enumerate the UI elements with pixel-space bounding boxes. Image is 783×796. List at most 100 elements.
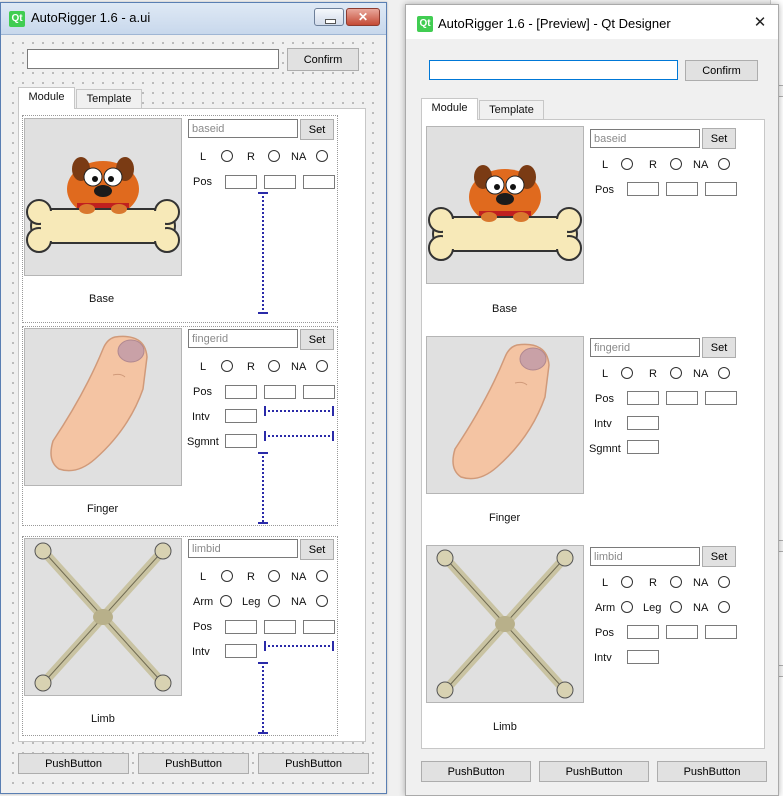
push-button-1[interactable]: PushButton [18, 753, 129, 774]
base-pos-z-field[interactable] [303, 175, 335, 189]
preview-limb-pos-x-field[interactable] [627, 625, 659, 639]
preview-limb-side-l-label: L [602, 577, 609, 589]
base-side-l-radio[interactable] [221, 150, 233, 162]
preview-finger-side-na-radio[interactable] [718, 367, 730, 379]
finger-pos-z-field[interactable] [303, 385, 335, 399]
limb-side-l-radio[interactable] [221, 570, 233, 582]
preview-main-input[interactable] [430, 61, 677, 79]
main-input[interactable] [28, 50, 278, 68]
main-input-field[interactable] [27, 49, 279, 69]
base-pos-x-field[interactable] [225, 175, 257, 189]
limb-side-na-label: NA [291, 571, 307, 583]
preview-limb-set-button[interactable]: Set [702, 546, 736, 567]
qt-logo-icon: Qt [9, 11, 25, 27]
preview-base-side-r-radio[interactable] [670, 158, 682, 170]
limbid-input[interactable] [189, 540, 297, 557]
limb-pos-y-field[interactable] [264, 620, 296, 634]
preview-limbid-field[interactable] [590, 547, 700, 566]
preview-push-button-3[interactable]: PushButton [657, 761, 767, 782]
finger-pos-y-field[interactable] [264, 385, 296, 399]
preview-limb-type-na-radio[interactable] [718, 601, 730, 613]
preview-limb-side-l-radio[interactable] [621, 576, 633, 588]
preview-fingerid-input[interactable] [591, 339, 699, 356]
limb-intv-field[interactable] [225, 644, 257, 658]
limb-type-na-radio[interactable] [316, 595, 328, 607]
preview-close-button[interactable]: ✕ [750, 13, 770, 33]
preview-base-side-l-radio[interactable] [621, 158, 633, 170]
preview-base-pos-x-field[interactable] [627, 182, 659, 196]
preview-push-button-2[interactable]: PushButton [539, 761, 649, 782]
preview-finger-pos-y-field[interactable] [666, 391, 698, 405]
preview-base-set-button[interactable]: Set [702, 128, 736, 149]
preview-finger-sgmnt-field[interactable] [627, 440, 659, 454]
preview-limb-intv-field[interactable] [627, 650, 659, 664]
finger-intv-spacer [264, 406, 334, 416]
limb-set-button[interactable]: Set [300, 539, 334, 560]
base-set-button[interactable]: Set [300, 119, 334, 140]
base-side-na-radio[interactable] [316, 150, 328, 162]
limb-caption: Limb [91, 713, 115, 725]
finger-side-l-radio[interactable] [221, 360, 233, 372]
base-pos-y-field[interactable] [264, 175, 296, 189]
preview-confirm-button[interactable]: Confirm [685, 60, 758, 81]
preview-finger-set-button[interactable]: Set [702, 337, 736, 358]
limb-pos-z-field[interactable] [303, 620, 335, 634]
preview-limb-side-na-label: NA [693, 577, 709, 589]
preview-limb-type-na-label: NA [693, 602, 709, 614]
preview-finger-intv-field[interactable] [627, 416, 659, 430]
finger-sgmnt-spacer [264, 431, 334, 441]
preview-limb-image [426, 545, 584, 703]
fingerid-field[interactable] [188, 329, 298, 348]
baseid-input[interactable] [189, 120, 297, 137]
preview-limb-pos-y-field[interactable] [666, 625, 698, 639]
preview-limb-pos-z-field[interactable] [705, 625, 737, 639]
preview-base-side-na-radio[interactable] [718, 158, 730, 170]
finger-side-na-radio[interactable] [316, 360, 328, 372]
preview-baseid-field[interactable] [590, 129, 700, 148]
finger-pos-x-field[interactable] [225, 385, 257, 399]
push-button-3[interactable]: PushButton [258, 753, 369, 774]
preview-finger-pos-z-field[interactable] [705, 391, 737, 405]
limbid-field[interactable] [188, 539, 298, 558]
finger-intv-field[interactable] [225, 409, 257, 423]
limb-side-na-radio[interactable] [316, 570, 328, 582]
preview-finger-side-na-label: NA [693, 368, 709, 380]
finger-set-button[interactable]: Set [300, 329, 334, 350]
base-side-r-radio[interactable] [268, 150, 280, 162]
preview-limb-side-r-radio[interactable] [670, 576, 682, 588]
preview-tab-module[interactable]: Module [421, 98, 478, 120]
preview-base-pos-y-field[interactable] [666, 182, 698, 196]
preview-main-input-field[interactable] [429, 60, 678, 80]
tab-template[interactable]: Template [76, 89, 142, 109]
preview-finger-side-r-radio[interactable] [670, 367, 682, 379]
preview-push-button-1[interactable]: PushButton [421, 761, 531, 782]
finger-side-r-radio[interactable] [268, 360, 280, 372]
preview-finger-side-l-radio[interactable] [621, 367, 633, 379]
close-button[interactable]: ✕ [346, 8, 380, 26]
limb-pos-x-field[interactable] [225, 620, 257, 634]
limb-arm-radio[interactable] [220, 595, 232, 607]
preview-limb-leg-radio[interactable] [670, 601, 682, 613]
preview-finger-side-l-label: L [602, 368, 609, 380]
preview-limb-arm-radio[interactable] [621, 601, 633, 613]
preview-limbid-input[interactable] [591, 548, 699, 565]
preview-baseid-input[interactable] [591, 130, 699, 147]
tab-module[interactable]: Module [18, 87, 75, 109]
limb-side-r-radio[interactable] [268, 570, 280, 582]
preview-title-bar[interactable]: Qt AutoRigger 1.6 - [Preview] - Qt Desig… [406, 5, 778, 39]
minimize-button[interactable] [314, 8, 344, 26]
close-icon: ✕ [357, 10, 369, 24]
preview-finger-pos-x-field[interactable] [627, 391, 659, 405]
base-pos-label: Pos [193, 176, 212, 188]
preview-tab-template[interactable]: Template [479, 100, 544, 120]
preview-limb-side-na-radio[interactable] [718, 576, 730, 588]
push-button-2[interactable]: PushButton [138, 753, 249, 774]
fingerid-input[interactable] [189, 330, 297, 347]
limb-leg-radio[interactable] [268, 595, 280, 607]
preview-fingerid-field[interactable] [590, 338, 700, 357]
preview-base-pos-z-field[interactable] [705, 182, 737, 196]
confirm-button[interactable]: Confirm [287, 48, 359, 71]
design-title-bar[interactable]: Qt AutoRigger 1.6 - a.ui ✕ [1, 3, 386, 35]
baseid-field[interactable] [188, 119, 298, 138]
finger-sgmnt-field[interactable] [225, 434, 257, 448]
